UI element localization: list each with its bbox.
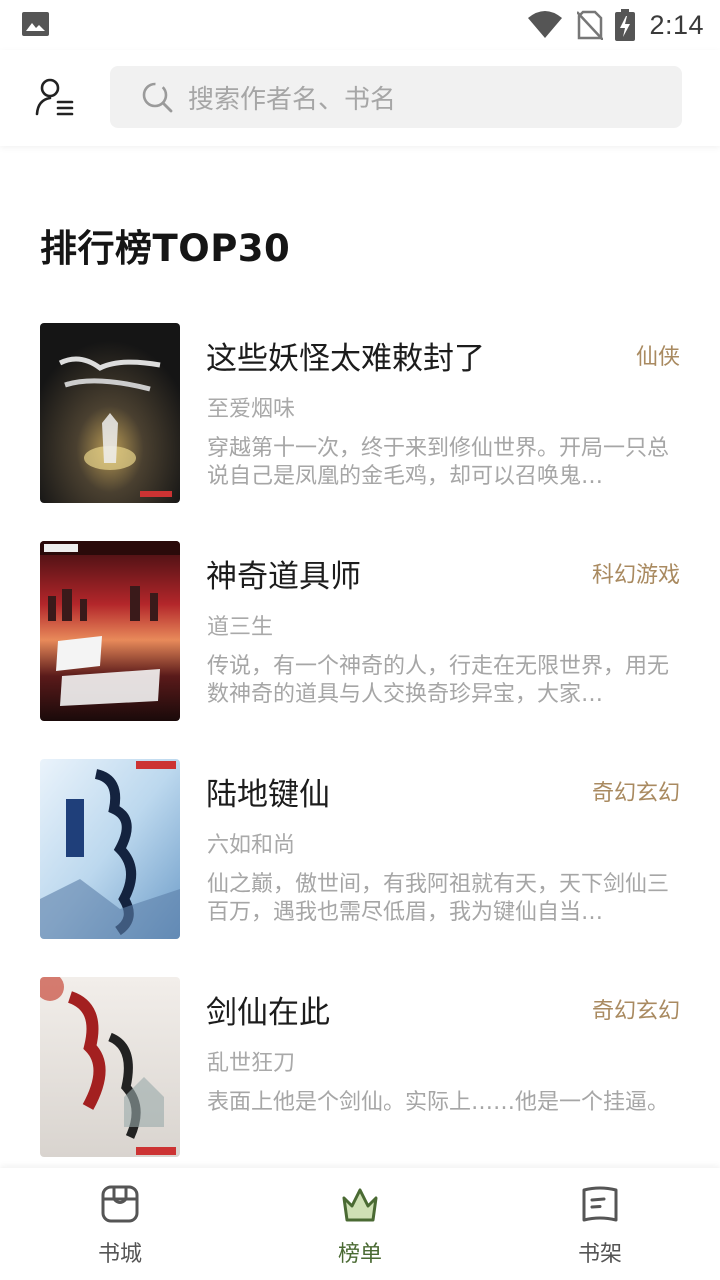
battery-charging-icon — [615, 9, 636, 41]
book-title: 剑仙在此 — [206, 995, 330, 1031]
nav-label-bookstore: 书城 — [97, 1242, 142, 1267]
book-cover — [40, 541, 180, 721]
book-cover — [40, 977, 180, 1157]
no-sim-icon — [577, 10, 604, 40]
bookstore-icon — [101, 1185, 139, 1223]
wifi-icon — [528, 11, 563, 38]
book-author: 六如和尚 — [207, 833, 296, 858]
book-author: 至爱烟味 — [207, 397, 296, 422]
top-header: 搜索作者名、书名 — [0, 50, 720, 146]
nav-label-bookshelf: 书架 — [577, 1242, 622, 1267]
book-description: 穿越第十一次，终于来到修仙世界。开局一只总说自己是凤凰的金毛鸡，却可以召唤鬼… — [207, 436, 670, 489]
user-menu-icon[interactable] — [34, 76, 78, 120]
nav-item-bookstore[interactable]: 书城 — [0, 1168, 240, 1280]
nav-item-bookshelf[interactable]: 书架 — [480, 1168, 720, 1280]
book-item[interactable]: 剑仙在此 奇幻玄幻 乱世狂刀 表面上他是个剑仙。实际上……他是一个挂逼。 — [0, 977, 720, 1157]
status-bar: 2:14 — [0, 0, 720, 50]
book-author: 道三生 — [207, 615, 274, 640]
book-description: 仙之巅，傲世间，有我阿祖就有天，天下剑仙三百万，遇我也需尽低眉，我为键仙自当… — [207, 872, 670, 925]
book-category: 科幻游戏 — [591, 563, 680, 588]
search-placeholder: 搜索作者名、书名 — [188, 84, 397, 115]
book-cover — [40, 759, 180, 939]
book-item[interactable]: 陆地键仙 奇幻玄幻 六如和尚 仙之巅，傲世间，有我阿祖就有天，天下剑仙三百万，遇… — [0, 759, 720, 939]
book-title: 陆地键仙 — [206, 777, 330, 813]
book-title: 这些妖怪太难敕封了 — [206, 341, 485, 377]
book-author: 乱世狂刀 — [207, 1051, 296, 1076]
book-item[interactable]: 这些妖怪太难敕封了 仙侠 至爱烟味 穿越第十一次，终于来到修仙世界。开局一只总说… — [0, 323, 720, 503]
book-description: 表面上他是个剑仙。实际上……他是一个挂逼。 — [207, 1090, 670, 1115]
status-time: 2:14 — [649, 9, 704, 40]
book-category: 奇幻玄幻 — [591, 781, 680, 806]
photo-icon — [22, 12, 49, 36]
search-input[interactable]: 搜索作者名、书名 — [110, 66, 682, 128]
book-item[interactable]: 神奇道具师 科幻游戏 道三生 传说，有一个神奇的人，行走在无限世界，用无数神奇的… — [0, 541, 720, 721]
crown-icon — [342, 1188, 378, 1222]
book-title: 神奇道具师 — [206, 559, 361, 595]
nav-item-ranking[interactable]: 榜单 — [240, 1168, 480, 1280]
bookshelf-icon — [582, 1186, 618, 1222]
nav-label-ranking: 榜单 — [337, 1242, 382, 1267]
search-icon — [142, 82, 173, 113]
book-cover — [40, 323, 180, 503]
book-description: 传说，有一个神奇的人，行走在无限世界，用无数神奇的道具与人交换奇珍异宝，大家… — [207, 654, 670, 707]
book-category: 仙侠 — [635, 345, 680, 370]
book-category: 奇幻玄幻 — [591, 999, 680, 1024]
bottom-nav: 书城 榜单 书架 — [0, 1168, 720, 1280]
page-title: 排行榜TOP30 — [40, 227, 291, 270]
